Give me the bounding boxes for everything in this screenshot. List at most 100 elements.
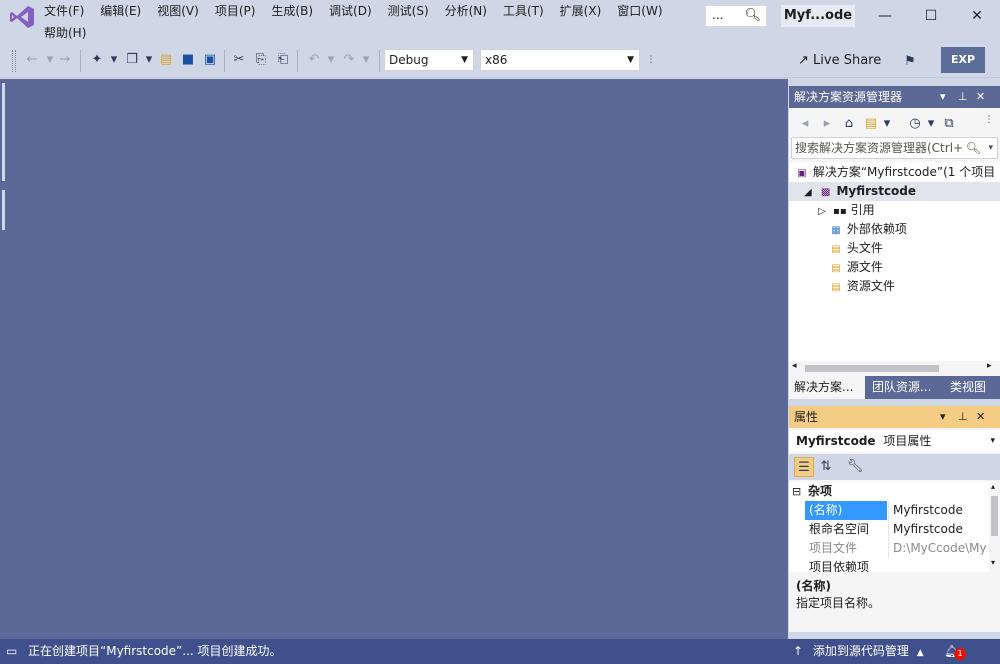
- solution-icon: ▣: [797, 168, 807, 179]
- expanded-arrow-icon[interactable]: ◢: [801, 183, 815, 202]
- dropdown-arrow-icon[interactable]: ▾: [321, 50, 341, 70]
- back-icon[interactable]: ◂: [795, 114, 815, 134]
- folder-icon: ▤: [831, 244, 841, 255]
- project-title-badge[interactable]: Myf...ode: [781, 5, 855, 27]
- menu-test[interactable]: 测试(S): [380, 0, 437, 22]
- dropdown-arrow-icon[interactable]: ▾: [921, 114, 941, 134]
- forward-icon[interactable]: ▸: [817, 114, 837, 134]
- chevron-down-icon: ▼: [627, 55, 634, 65]
- tree-item-label: Myfirstcode: [836, 184, 917, 198]
- window-position-icon[interactable]: ▾: [940, 406, 946, 428]
- toolbar-overflow-icon[interactable]: ⋮: [641, 50, 661, 70]
- category-label: 杂项: [808, 484, 833, 498]
- quick-search-box[interactable]: ... 🔍︎: [705, 5, 767, 27]
- property-row[interactable]: 项目文件 D:\MyCcode\My: [789, 539, 989, 558]
- save-icon[interactable]: ■: [178, 50, 198, 70]
- add-to-source-control-button[interactable]: ↑ 添加到源代码管理 ▲: [793, 639, 924, 664]
- dropdown-arrow-icon[interactable]: ▾: [356, 50, 376, 70]
- solution-platform-dropdown[interactable]: x86 ▼: [480, 49, 640, 71]
- cut-icon[interactable]: ✂: [229, 50, 249, 70]
- menu-edit[interactable]: 编辑(E): [92, 0, 149, 22]
- tree-item-resource-files[interactable]: ▤ 资源文件: [829, 277, 895, 296]
- description-text: 指定项目名称。: [796, 596, 881, 610]
- close-icon[interactable]: ✕: [954, 0, 1000, 32]
- solution-tree: ▣ 解决方案“Myfirstcode”(1 个项目 ◢ ▩ Myfirstcod…: [789, 162, 1000, 362]
- menu-build[interactable]: 生成(B): [263, 0, 321, 22]
- arrow-up-icon: ↑: [793, 644, 804, 658]
- tree-item-label: 源文件: [846, 260, 883, 274]
- notifications-button[interactable]: 🔔︎ 1: [944, 639, 966, 664]
- property-row[interactable]: 根命名空间 Myfirstcode: [789, 520, 989, 539]
- tree-item-references[interactable]: ▷ ▪▪ 引用: [815, 201, 875, 220]
- scroll-up-icon[interactable]: ▴: [991, 482, 995, 491]
- source-control-label: 添加到源代码管理: [812, 644, 909, 658]
- menu-extensions[interactable]: 扩展(X): [552, 0, 610, 22]
- property-row[interactable]: 项目依赖项: [789, 558, 989, 572]
- tree-item-solution[interactable]: ▣ 解决方案“Myfirstcode”(1 个项目: [795, 163, 995, 182]
- menu-debug[interactable]: 调试(D): [321, 0, 380, 22]
- navigate-forward-icon[interactable]: →: [55, 50, 75, 70]
- menu-analyze[interactable]: 分析(N): [437, 0, 495, 22]
- dropdown-arrow-icon[interactable]: ▾: [877, 114, 897, 134]
- exp-button[interactable]: EXP: [941, 47, 985, 73]
- menu-tools[interactable]: 工具(T): [495, 0, 552, 22]
- close-icon[interactable]: ✕: [976, 406, 985, 428]
- scroll-right-icon[interactable]: ▸: [987, 361, 992, 371]
- object-type: 项目属性: [883, 434, 932, 448]
- property-category[interactable]: ⊟ 杂项: [789, 482, 989, 501]
- window-position-icon[interactable]: ▾: [940, 86, 946, 108]
- menu-help[interactable]: 帮助(H): [36, 22, 94, 44]
- visual-studio-logo-icon: [10, 6, 34, 28]
- menu-project[interactable]: 项目(P): [207, 0, 264, 22]
- maximize-icon[interactable]: ☐: [908, 0, 954, 32]
- toolbar-overflow-icon[interactable]: ⋮: [979, 110, 999, 130]
- tab-solution-explorer[interactable]: 解决方案...: [789, 376, 865, 399]
- dropdown-arrow-icon[interactable]: ▾: [104, 50, 124, 70]
- close-icon[interactable]: ✕: [976, 86, 985, 108]
- property-row[interactable]: (名称) Myfirstcode: [789, 501, 989, 520]
- properties-object-selector[interactable]: Myfirstcode 项目属性 ▾: [789, 430, 1000, 452]
- scroll-left-icon[interactable]: ◂: [792, 361, 797, 371]
- vertical-scrollbar[interactable]: ▴ ▾: [989, 482, 1000, 572]
- tree-item-external-dependencies[interactable]: ▦ 外部依赖项: [829, 220, 907, 239]
- tree-item-header-files[interactable]: ▤ 头文件: [829, 239, 883, 258]
- tree-item-project[interactable]: ◢ ▩ Myfirstcode: [789, 182, 1000, 201]
- categorized-icon[interactable]: ☰: [794, 457, 814, 477]
- collapse-icon[interactable]: ⊟: [792, 482, 801, 501]
- copy-icon[interactable]: ⎘: [251, 50, 271, 70]
- property-value[interactable]: Myfirstcode: [888, 520, 989, 539]
- pin-icon[interactable]: ⊥: [958, 86, 968, 108]
- property-name: 根命名空间: [809, 522, 870, 536]
- feedback-icon[interactable]: ⚑: [900, 52, 920, 72]
- menu-window[interactable]: 窗口(W): [609, 0, 670, 22]
- status-message-icon: ▭: [6, 644, 18, 658]
- save-all-icon[interactable]: ▣: [200, 50, 220, 70]
- folder-icon: ▤: [831, 282, 841, 293]
- tab-class-view[interactable]: 类视图: [945, 376, 1000, 399]
- live-share-button[interactable]: ↗ Live Share: [798, 53, 881, 68]
- collapsed-arrow-icon[interactable]: ▷: [815, 202, 829, 221]
- scrollbar-thumb[interactable]: [991, 496, 998, 536]
- menu-view[interactable]: 视图(V): [149, 0, 207, 22]
- toolbar-separator: [80, 50, 81, 72]
- solution-configuration-dropdown[interactable]: Debug ▼: [384, 49, 474, 71]
- toolbar-grip[interactable]: [12, 50, 16, 72]
- home-icon[interactable]: ⌂: [839, 114, 859, 134]
- scrollbar-thumb[interactable]: [805, 365, 939, 372]
- property-value[interactable]: D:\MyCcode\My: [888, 539, 989, 558]
- property-value[interactable]: Myfirstcode: [888, 501, 989, 520]
- collapse-all-icon[interactable]: ⧉: [939, 114, 959, 134]
- tab-team-explorer[interactable]: 团队资源...: [867, 376, 943, 399]
- solution-explorer-search-input[interactable]: 搜索解决方案资源管理器(Ctrl+;) 🔍︎ ▾: [791, 137, 998, 159]
- menu-file[interactable]: 文件(F): [36, 0, 92, 22]
- open-folder-icon[interactable]: ▤: [156, 50, 176, 70]
- tree-item-source-files[interactable]: ▤ 源文件: [829, 258, 883, 277]
- property-pages-icon[interactable]: 🔧︎: [845, 457, 865, 477]
- pin-icon[interactable]: ⊥: [958, 406, 968, 428]
- alphabetical-icon[interactable]: ⇅: [816, 457, 836, 477]
- scroll-down-icon[interactable]: ▾: [991, 558, 995, 567]
- paste-icon[interactable]: ⎗: [273, 50, 293, 70]
- horizontal-scrollbar[interactable]: ◂ ▸: [789, 361, 1000, 375]
- navigate-back-icon[interactable]: ←: [22, 50, 42, 70]
- minimize-icon[interactable]: —: [862, 0, 908, 32]
